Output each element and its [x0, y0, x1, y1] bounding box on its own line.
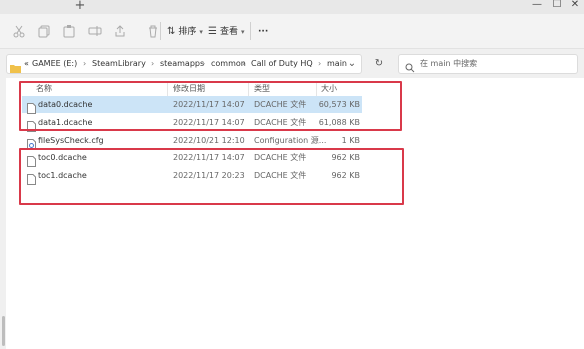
file-size: 1 KB	[341, 136, 360, 145]
file-row[interactable]: fileSysCheck.cfg 2022/10/21 12:10 Config…	[22, 132, 362, 150]
config-file-icon	[27, 135, 36, 150]
file-type: Configuration 源...	[254, 136, 327, 145]
highlight-box-toc-files	[19, 148, 404, 205]
breadcrumb-separator: ›	[202, 59, 206, 68]
view-button[interactable]: ☰ 查看 ▾	[208, 24, 245, 40]
scrollbar-thumb[interactable]	[2, 316, 5, 346]
search-icon	[405, 58, 415, 73]
new-tab-button[interactable]: +	[72, 0, 88, 14]
maximize-button[interactable]: ☐	[548, 0, 566, 12]
folder-icon	[10, 58, 21, 73]
paste-icon[interactable]	[62, 24, 76, 38]
more-button[interactable]: ···	[258, 24, 268, 40]
breadcrumb-common[interactable]: common	[211, 58, 246, 70]
share-icon[interactable]	[113, 24, 127, 38]
breadcrumb-separator: ›	[83, 59, 87, 68]
breadcrumb-separator: ›	[151, 59, 155, 68]
search-placeholder: 在 main 中搜索	[420, 59, 478, 68]
breadcrumb-steamlibrary[interactable]: SteamLibrary	[92, 58, 146, 70]
delete-icon[interactable]	[146, 24, 160, 38]
breadcrumb-separator: ›	[242, 59, 246, 68]
chevron-down-icon: ▾	[240, 28, 245, 36]
file-name: fileSysCheck.cfg	[38, 136, 104, 145]
breadcrumb-separator: ›	[318, 59, 322, 68]
copy-icon[interactable]	[37, 24, 51, 38]
sort-button[interactable]: ⇅ 排序 ▾	[167, 24, 203, 40]
toolbar-divider	[160, 22, 161, 40]
minimize-button[interactable]: —	[528, 0, 546, 12]
address-dropdown-button[interactable]: ⌄	[344, 56, 360, 72]
highlight-box-data-files	[19, 81, 402, 131]
view-label: 查看	[219, 27, 238, 37]
breadcrumb-steamapps[interactable]: steamapps	[160, 58, 204, 70]
toolbar-divider	[250, 22, 251, 40]
view-icon: ☰	[208, 26, 217, 37]
refresh-button[interactable]: ↻	[371, 56, 387, 72]
chevron-down-icon: ▾	[199, 28, 203, 36]
close-button[interactable]: ✕	[566, 0, 584, 12]
breadcrumb-overflow[interactable]: «	[24, 58, 29, 70]
sort-icon: ⇅	[167, 26, 176, 37]
cut-icon[interactable]	[12, 24, 26, 38]
rename-icon[interactable]	[88, 24, 102, 38]
breadcrumb-call-of-duty-hq[interactable]: Call of Duty HQ	[251, 58, 313, 70]
breadcrumb-drive[interactable]: GAMEE (E:)	[32, 58, 77, 70]
file-date: 2022/10/21 12:10	[173, 136, 245, 145]
sort-label: 排序	[178, 27, 197, 37]
